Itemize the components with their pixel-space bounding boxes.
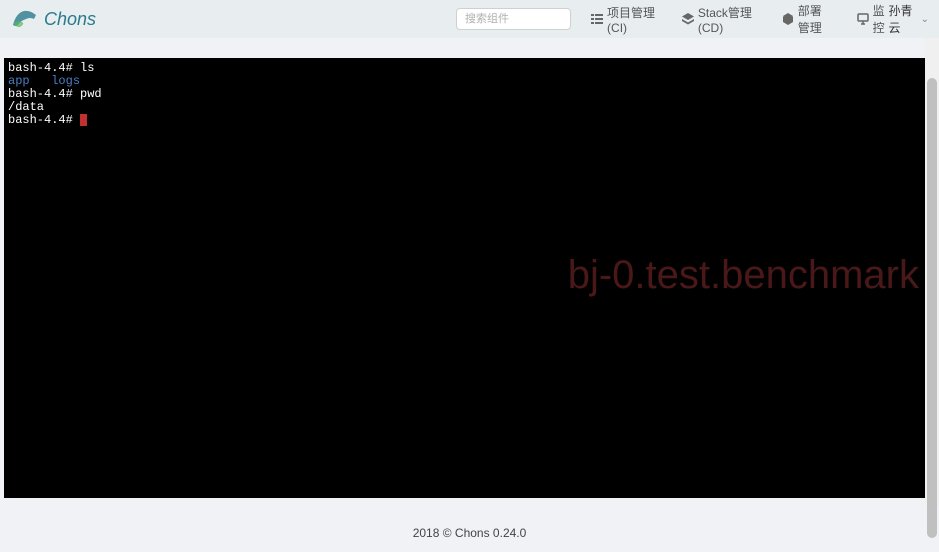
user-name: 孙青云 (888, 2, 916, 36)
terminal-line: bash-4.4# ls (8, 62, 927, 75)
terminal-line: app logs (8, 75, 927, 88)
nav-project-ci[interactable]: 项目管理(CI) (591, 4, 658, 35)
nav-label: 部署管理 (798, 2, 833, 36)
terminal-line: bash-4.4# (8, 114, 927, 127)
list-icon (591, 13, 603, 25)
cube-icon (782, 13, 794, 25)
nav-label: Stack管理(CD) (698, 4, 758, 35)
logo[interactable]: Chons (10, 5, 96, 33)
logo-text: Chons (44, 9, 96, 30)
search-input[interactable] (456, 8, 571, 30)
nav: 项目管理(CI) Stack管理(CD) 部署管理 (591, 2, 888, 36)
footer-text: 2018 © Chons 0.24.0 (413, 526, 527, 540)
nav-label: 监控 (873, 2, 889, 36)
header: Chons 项目管理(CI) Stack管理(CD) (0, 0, 939, 38)
user-menu[interactable]: 孙青云 ⌄ (888, 2, 929, 36)
terminal-cursor (80, 114, 87, 126)
terminal-line: /data (8, 101, 927, 114)
scrollbar-thumb[interactable] (927, 78, 937, 538)
terminal-line: bash-4.4# pwd (8, 88, 927, 101)
chevron-down-icon: ⌄ (921, 14, 929, 25)
nav-deploy[interactable]: 部署管理 (782, 2, 833, 36)
terminal-container[interactable]: bash-4.4# ls app logs bash-4.4# pwd /dat… (4, 58, 931, 498)
nav-monitor[interactable]: 监控 (857, 2, 889, 36)
nav-stack-cd[interactable]: Stack管理(CD) (682, 4, 758, 35)
nav-label: 项目管理(CI) (607, 4, 658, 35)
stack-icon (682, 13, 694, 25)
monitor-icon (857, 13, 869, 25)
footer: 2018 © Chons 0.24.0 (0, 526, 939, 540)
terminal-watermark: bj-0.test.benchmark (568, 253, 919, 298)
whale-icon (10, 5, 40, 33)
scrollbar-track[interactable] (925, 38, 939, 506)
terminal[interactable]: bash-4.4# ls app logs bash-4.4# pwd /dat… (4, 58, 931, 131)
